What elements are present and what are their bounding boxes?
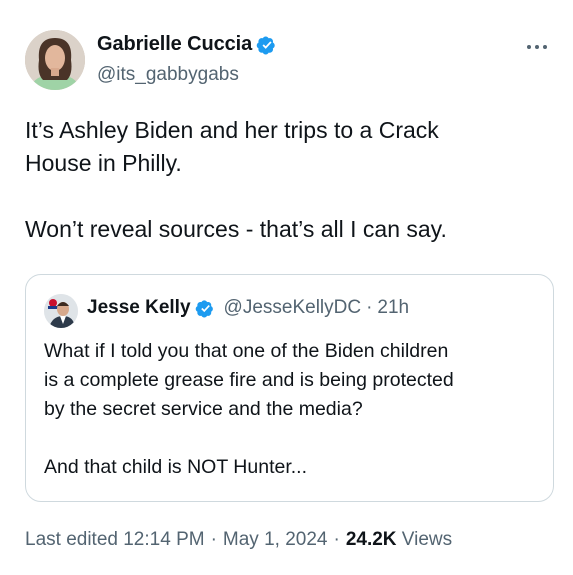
tweet-text-line: House in Philly. [25,150,182,176]
quoted-tweet[interactable]: Jesse Kelly @JesseKellyDC · 21h What if … [25,274,554,502]
avatar-photo [25,30,85,90]
separator-dot: · [366,297,373,318]
quoted-text-line: is a complete grease fire and is being p… [44,369,454,391]
quoted-timestamp[interactable]: 21h [377,297,409,319]
quoted-text-line: And that child is NOT Hunter... [44,456,308,478]
more-horizontal-icon[interactable] [523,34,551,54]
author-name-row: Gabrielle Cuccia [97,33,278,56]
views-label: Views [401,529,453,550]
tweet-text: It’s Ashley Biden and her trips to a Cra… [25,114,545,246]
quoted-text-line: What if I told you that one of the Biden… [44,340,449,362]
verified-badge-icon[interactable] [195,298,216,319]
author-display-name[interactable]: Gabrielle Cuccia [97,33,252,56]
tweet-date-link[interactable]: May 1, 2024 [223,529,328,550]
quoted-text-line: by the secret service and the media? [44,398,363,420]
views-count: 24.2K [345,529,397,550]
tweet-meta: Last edited 12:14 PM · May 1, 2024 · 24.2K V… [25,529,452,551]
quoted-handle[interactable]: @JesseKellyDC [224,297,362,319]
tweet-card: Gabrielle Cuccia @its_gabbygabs It’s Ash… [0,0,573,575]
quoted-header: Jesse Kelly @JesseKellyDC · 21h [87,297,409,319]
tweet-text-line: It’s Ashley Biden and her trips to a Cra… [25,117,439,143]
quoted-avatar[interactable] [44,294,78,328]
quoted-tweet-text: What if I told you that one of the Biden… [44,337,544,482]
tweet-text-line: Won’t reveal sources - that’s all I can … [25,216,447,242]
verified-badge-icon[interactable] [256,34,278,56]
separator-dot: · [210,529,217,550]
author-handle[interactable]: @its_gabbygabs [97,64,239,86]
separator-dot: · [333,529,340,550]
edited-timestamp-link[interactable]: Last edited 12:14 PM [25,529,205,550]
avatar[interactable] [25,30,85,90]
quoted-display-name[interactable]: Jesse Kelly [87,297,191,319]
quoted-avatar-photo [44,294,78,328]
